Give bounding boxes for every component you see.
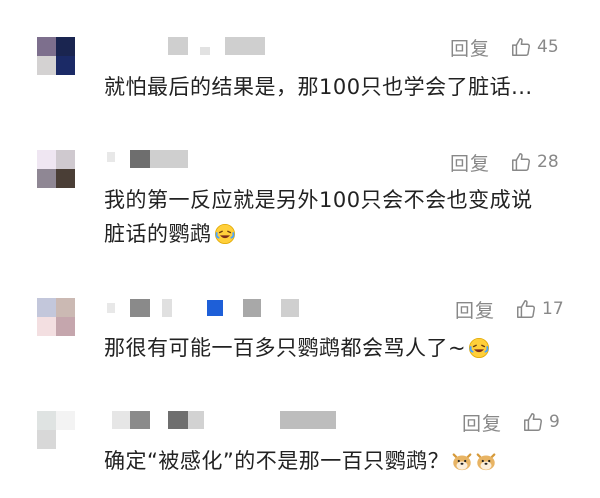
doge-emoji-icon: [476, 453, 496, 471]
reply-button[interactable]: 回复: [462, 409, 502, 436]
comment-text: 就怕最后的结果是，那100只也学会了脏话...: [104, 70, 574, 104]
redaction-block: [168, 37, 188, 55]
like-count: 28: [537, 152, 559, 172]
like-button[interactable]: 17: [515, 298, 564, 320]
avatar-pixel: [56, 298, 75, 317]
like-button[interactable]: 9: [522, 411, 560, 433]
comment-text-line: 就怕最后的结果是，那100只也学会了脏话...: [104, 75, 533, 99]
avatar-pixel: [37, 150, 56, 169]
comment-actions: 回复 9: [462, 409, 560, 435]
comment-actions: 回复 28: [450, 149, 559, 175]
avatar[interactable]: [37, 298, 75, 336]
laugh-cry-emoji-icon: [469, 338, 490, 358]
reply-button[interactable]: 回复: [450, 149, 490, 176]
redaction-block: [130, 150, 150, 168]
like-button[interactable]: 28: [510, 151, 559, 173]
like-count: 45: [537, 37, 559, 57]
doge-emoji-icon: [452, 453, 472, 471]
comment-text: 我的第一反应就是另外100只会不会也变成说 脏话的鹦鹉: [104, 183, 574, 251]
redaction-block: [107, 303, 115, 313]
comment-actions: 回复 17: [455, 296, 564, 322]
avatar-pixel: [56, 37, 75, 56]
redaction-block: [280, 411, 336, 429]
avatar-pixel: [56, 56, 75, 75]
thumbs-up-icon: [524, 413, 542, 431]
redaction-block: [200, 47, 210, 55]
thumbs-up-icon: [512, 38, 530, 56]
redaction-block: [162, 299, 172, 317]
avatar[interactable]: [37, 37, 75, 75]
comment-text-line: 确定“被感化”的不是那一百只鹦鹉？: [104, 449, 450, 473]
avatar[interactable]: [37, 150, 75, 188]
comment-text: 那很有可能一百多只鹦鹉都会骂人了~: [104, 331, 574, 365]
avatar-pixel: [56, 430, 75, 449]
redaction-block: [188, 411, 204, 429]
avatar[interactable]: [37, 411, 75, 449]
avatar-pixel: [56, 169, 75, 188]
redaction-block: [225, 37, 265, 55]
redaction-block: [130, 299, 150, 317]
thumbs-up-icon: [517, 300, 535, 318]
redaction-block: [243, 299, 261, 317]
avatar-pixel: [37, 37, 56, 56]
avatar-pixel: [37, 430, 56, 449]
avatar-pixel: [37, 56, 56, 75]
redaction-block: [168, 411, 188, 429]
laugh-cry-emoji-icon: [214, 224, 235, 244]
like-count: 17: [542, 299, 564, 319]
comment-text-line: 我的第一反应就是另外100只会不会也变成说: [104, 188, 533, 212]
redaction-block: [281, 299, 299, 317]
avatar-pixel: [37, 317, 56, 336]
comment-text-line: 那很有可能一百多只鹦鹉都会骂人了~: [104, 336, 467, 360]
like-count: 9: [549, 412, 560, 432]
avatar-pixel: [37, 411, 56, 430]
redaction-block: [130, 411, 150, 429]
avatar-pixel: [56, 317, 75, 336]
avatar-pixel: [37, 169, 56, 188]
redaction-block: [150, 150, 188, 168]
comment-text: 确定“被感化”的不是那一百只鹦鹉？: [104, 444, 574, 478]
like-button[interactable]: 45: [510, 36, 559, 58]
reply-button[interactable]: 回复: [450, 34, 490, 61]
redaction-block: [107, 152, 115, 162]
thumbs-up-icon: [512, 153, 530, 171]
avatar-pixel: [56, 150, 75, 169]
reply-button[interactable]: 回复: [455, 296, 495, 323]
comment-actions: 回复 45: [450, 34, 559, 60]
redaction-block: [112, 411, 130, 429]
avatar-pixel: [56, 411, 75, 430]
comment-text-line: 脏话的鹦鹉: [104, 222, 212, 246]
comment-text-line-2: 脏话的鹦鹉: [104, 217, 574, 251]
redaction-block: [207, 300, 223, 316]
avatar-pixel: [37, 298, 56, 317]
